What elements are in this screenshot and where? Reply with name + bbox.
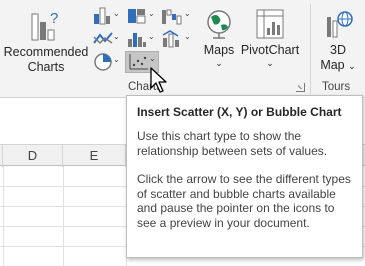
maps-dropdown-icon[interactable]: ⌄ (199, 58, 239, 68)
statistic-chart-dropdown-icon[interactable]: ⌄ (148, 32, 155, 41)
3d-map-label-1: 3D (330, 43, 346, 57)
hierarchy-chart-button[interactable] (125, 6, 149, 26)
group-separator (310, 4, 311, 94)
3d-map-icon (327, 11, 353, 38)
waterfall-chart-icon (162, 9, 182, 25)
combo-chart-icon (162, 30, 179, 48)
combo-chart-button[interactable] (160, 29, 184, 49)
pivotchart-label: PivotChart (240, 43, 300, 57)
recommended-charts-icon: ? (31, 10, 58, 41)
recommended-charts-label-1: Recommended (3, 45, 89, 59)
pivotchart-button[interactable]: PivotChart ⌄ (239, 4, 301, 68)
pivotchart-dropdown-icon[interactable]: ⌄ (239, 58, 301, 68)
scatter-chart-icon (129, 54, 148, 70)
3d-map-label-2: Map ⌄ (320, 58, 356, 72)
column-line (3, 166, 4, 266)
tooltip-paragraph-2: Click the arrow to see the different typ… (137, 172, 351, 230)
3d-map-dropdown-icon[interactable]: ⌄ (348, 61, 356, 71)
ribbon: ? Recommended Charts ⌄ ⌄ ⌄ ⌄ ⌄ ⌄ ⌄ ⌄ Map… (0, 0, 365, 98)
maps-label: Maps (203, 43, 235, 57)
mouse-pointer-icon (150, 67, 167, 93)
charts-dialog-launcher-icon[interactable] (296, 83, 305, 92)
line-chart-dropdown-icon[interactable]: ⌄ (113, 32, 120, 41)
scatter-chart-dropdown-icon[interactable]: ⌄ (149, 54, 156, 63)
hierarchy-chart-dropdown-icon[interactable]: ⌄ (148, 9, 155, 18)
recommended-charts-button[interactable]: ? Recommended Charts (2, 4, 90, 75)
hierarchy-chart-icon (128, 9, 146, 24)
pie-chart-dropdown-icon[interactable]: ⌄ (113, 55, 120, 64)
waterfall-chart-dropdown-icon[interactable]: ⌄ (184, 9, 191, 18)
globe-icon (207, 10, 231, 39)
3d-map-button[interactable]: 3D Map ⌄ (314, 4, 362, 74)
tooltip-title: Insert Scatter (X, Y) or Bubble Chart (137, 105, 342, 119)
statistic-chart-icon (128, 33, 146, 47)
column-line (63, 166, 64, 266)
column-chart-dropdown-icon[interactable]: ⌄ (113, 9, 120, 18)
tours-group-label: Tours (322, 81, 351, 93)
svg-text:?: ? (50, 10, 58, 27)
maps-button[interactable]: Maps ⌄ (199, 4, 239, 68)
tooltip-paragraph-1: Use this chart type to show the relation… (137, 129, 328, 158)
combo-chart-dropdown-icon[interactable]: ⌄ (184, 32, 191, 41)
column-header-e[interactable]: E (63, 145, 126, 167)
pivotchart-icon (256, 9, 284, 39)
statistic-chart-button[interactable] (125, 29, 149, 49)
waterfall-chart-button[interactable] (160, 6, 184, 26)
recommended-charts-label-2: Charts (27, 60, 65, 74)
column-header-d[interactable]: D (3, 145, 63, 167)
scatter-chart-tooltip: Insert Scatter (X, Y) or Bubble Chart Us… (126, 95, 363, 258)
